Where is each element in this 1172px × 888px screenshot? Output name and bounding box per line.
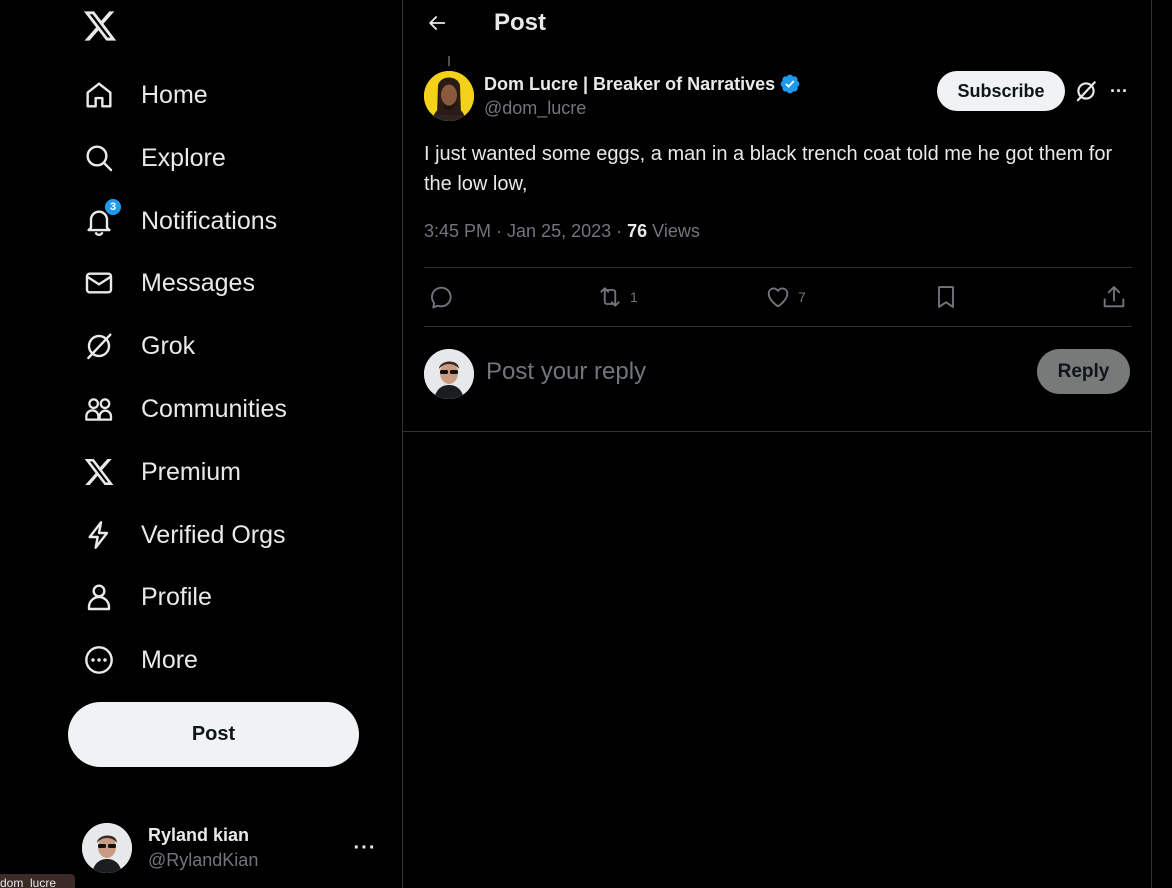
reply-button[interactable]: Reply bbox=[1037, 349, 1130, 394]
page-title: Post bbox=[494, 9, 547, 36]
sidebar-item-label: Explore bbox=[141, 143, 226, 172]
author-handle[interactable]: @dom_lucre bbox=[484, 98, 586, 119]
bookmark-action[interactable] bbox=[932, 282, 960, 312]
sidebar-item-label: Notifications bbox=[141, 206, 278, 235]
account-switcher[interactable]: Ryland kian @RylandKian ··· bbox=[82, 818, 382, 878]
divider bbox=[424, 326, 1132, 327]
comment-icon bbox=[431, 286, 452, 309]
sidebar-item-explore[interactable]: Explore bbox=[82, 135, 226, 181]
envelope-icon bbox=[82, 266, 116, 300]
people-icon bbox=[82, 392, 116, 426]
more-options-icon[interactable]: ··· bbox=[1105, 78, 1133, 104]
sidebar-item-label: Profile bbox=[141, 582, 212, 611]
sidebar: Home Explore 3 Notifications Messages Gr… bbox=[0, 0, 402, 888]
sidebar-item-home[interactable]: Home bbox=[82, 72, 208, 118]
sidebar-item-label: Messages bbox=[141, 268, 255, 297]
sidebar-item-label: Premium bbox=[141, 457, 242, 486]
main-column: Post Dom Lucre | Breaker of Narratives @… bbox=[402, 0, 1152, 888]
sidebar-item-more[interactable]: More bbox=[82, 637, 198, 683]
sidebar-item-label: Grok bbox=[141, 331, 196, 360]
link-status-tooltip: dom_lucre bbox=[0, 874, 75, 888]
tweet-text: I just wanted some eggs, a man in a blac… bbox=[424, 143, 1113, 195]
x-logo-icon[interactable] bbox=[82, 8, 118, 44]
tweet-timestamp[interactable]: 3:45 PM · Jan 25, 2023 · bbox=[424, 221, 627, 241]
lightning-icon bbox=[82, 518, 116, 552]
account-more-icon[interactable]: ··· bbox=[352, 835, 378, 861]
home-icon bbox=[82, 78, 116, 112]
retweet-count: 1 bbox=[630, 289, 638, 305]
divider bbox=[403, 431, 1151, 432]
sidebar-item-label: Home bbox=[141, 80, 208, 109]
sidebar-item-messages[interactable]: Messages bbox=[82, 260, 255, 306]
author-name[interactable]: Dom Lucre | Breaker of Narratives bbox=[484, 73, 801, 95]
views-label: Views bbox=[647, 221, 700, 241]
sidebar-item-premium[interactable]: Premium bbox=[82, 449, 241, 495]
page-header: Post bbox=[403, 0, 1151, 48]
bell-icon: 3 bbox=[82, 198, 122, 238]
reply-action[interactable] bbox=[428, 282, 456, 312]
like-count: 7 bbox=[798, 289, 806, 305]
tweet-actions: 1 7 bbox=[424, 268, 1132, 326]
sidebar-item-label: Communities bbox=[141, 394, 287, 423]
avatar bbox=[82, 823, 132, 873]
grok-icon[interactable] bbox=[1073, 78, 1099, 104]
account-name: Ryland kian bbox=[148, 825, 250, 845]
bookmark-icon bbox=[938, 286, 954, 308]
avatar bbox=[424, 349, 474, 399]
person-icon bbox=[82, 580, 116, 614]
sidebar-item-communities[interactable]: Communities bbox=[82, 386, 287, 432]
like-action[interactable]: 7 bbox=[764, 282, 806, 312]
author-avatar[interactable] bbox=[424, 71, 474, 121]
reply-input[interactable] bbox=[486, 352, 1006, 392]
more-circle-icon bbox=[82, 643, 116, 677]
post-button[interactable]: Post bbox=[68, 702, 359, 767]
back-arrow-icon[interactable] bbox=[423, 8, 451, 38]
tweet-meta: 3:45 PM · Jan 25, 2023 · 76 Views bbox=[424, 221, 700, 242]
retweet-action[interactable]: 1 bbox=[596, 282, 638, 312]
subscribe-button[interactable]: Subscribe bbox=[937, 71, 1065, 111]
account-text: Ryland kian @RylandKian bbox=[148, 825, 258, 871]
sidebar-item-notifications[interactable]: 3 Notifications bbox=[82, 198, 277, 244]
verified-badge-icon bbox=[780, 74, 800, 94]
sidebar-item-label: More bbox=[141, 645, 198, 674]
search-icon bbox=[82, 141, 116, 175]
author-name-text: Dom Lucre | Breaker of Narratives bbox=[484, 73, 776, 94]
heart-icon bbox=[767, 287, 789, 308]
grok-icon bbox=[82, 329, 116, 363]
share-action[interactable] bbox=[1100, 282, 1128, 312]
account-handle: @RylandKian bbox=[148, 850, 259, 870]
sidebar-item-profile[interactable]: Profile bbox=[82, 574, 212, 620]
views-count: 76 bbox=[627, 221, 648, 241]
app: Home Explore 3 Notifications Messages Gr… bbox=[0, 0, 1172, 888]
sidebar-item-label: Verified Orgs bbox=[141, 520, 286, 549]
sidebar-item-verified-orgs[interactable]: Verified Orgs bbox=[82, 512, 286, 558]
sidebar-item-grok[interactable]: Grok bbox=[82, 323, 195, 369]
thread-connector bbox=[448, 56, 450, 66]
notification-badge: 3 bbox=[104, 198, 122, 216]
retweet-icon bbox=[600, 287, 620, 307]
share-icon bbox=[1103, 286, 1125, 308]
x-logo-icon bbox=[82, 455, 116, 489]
